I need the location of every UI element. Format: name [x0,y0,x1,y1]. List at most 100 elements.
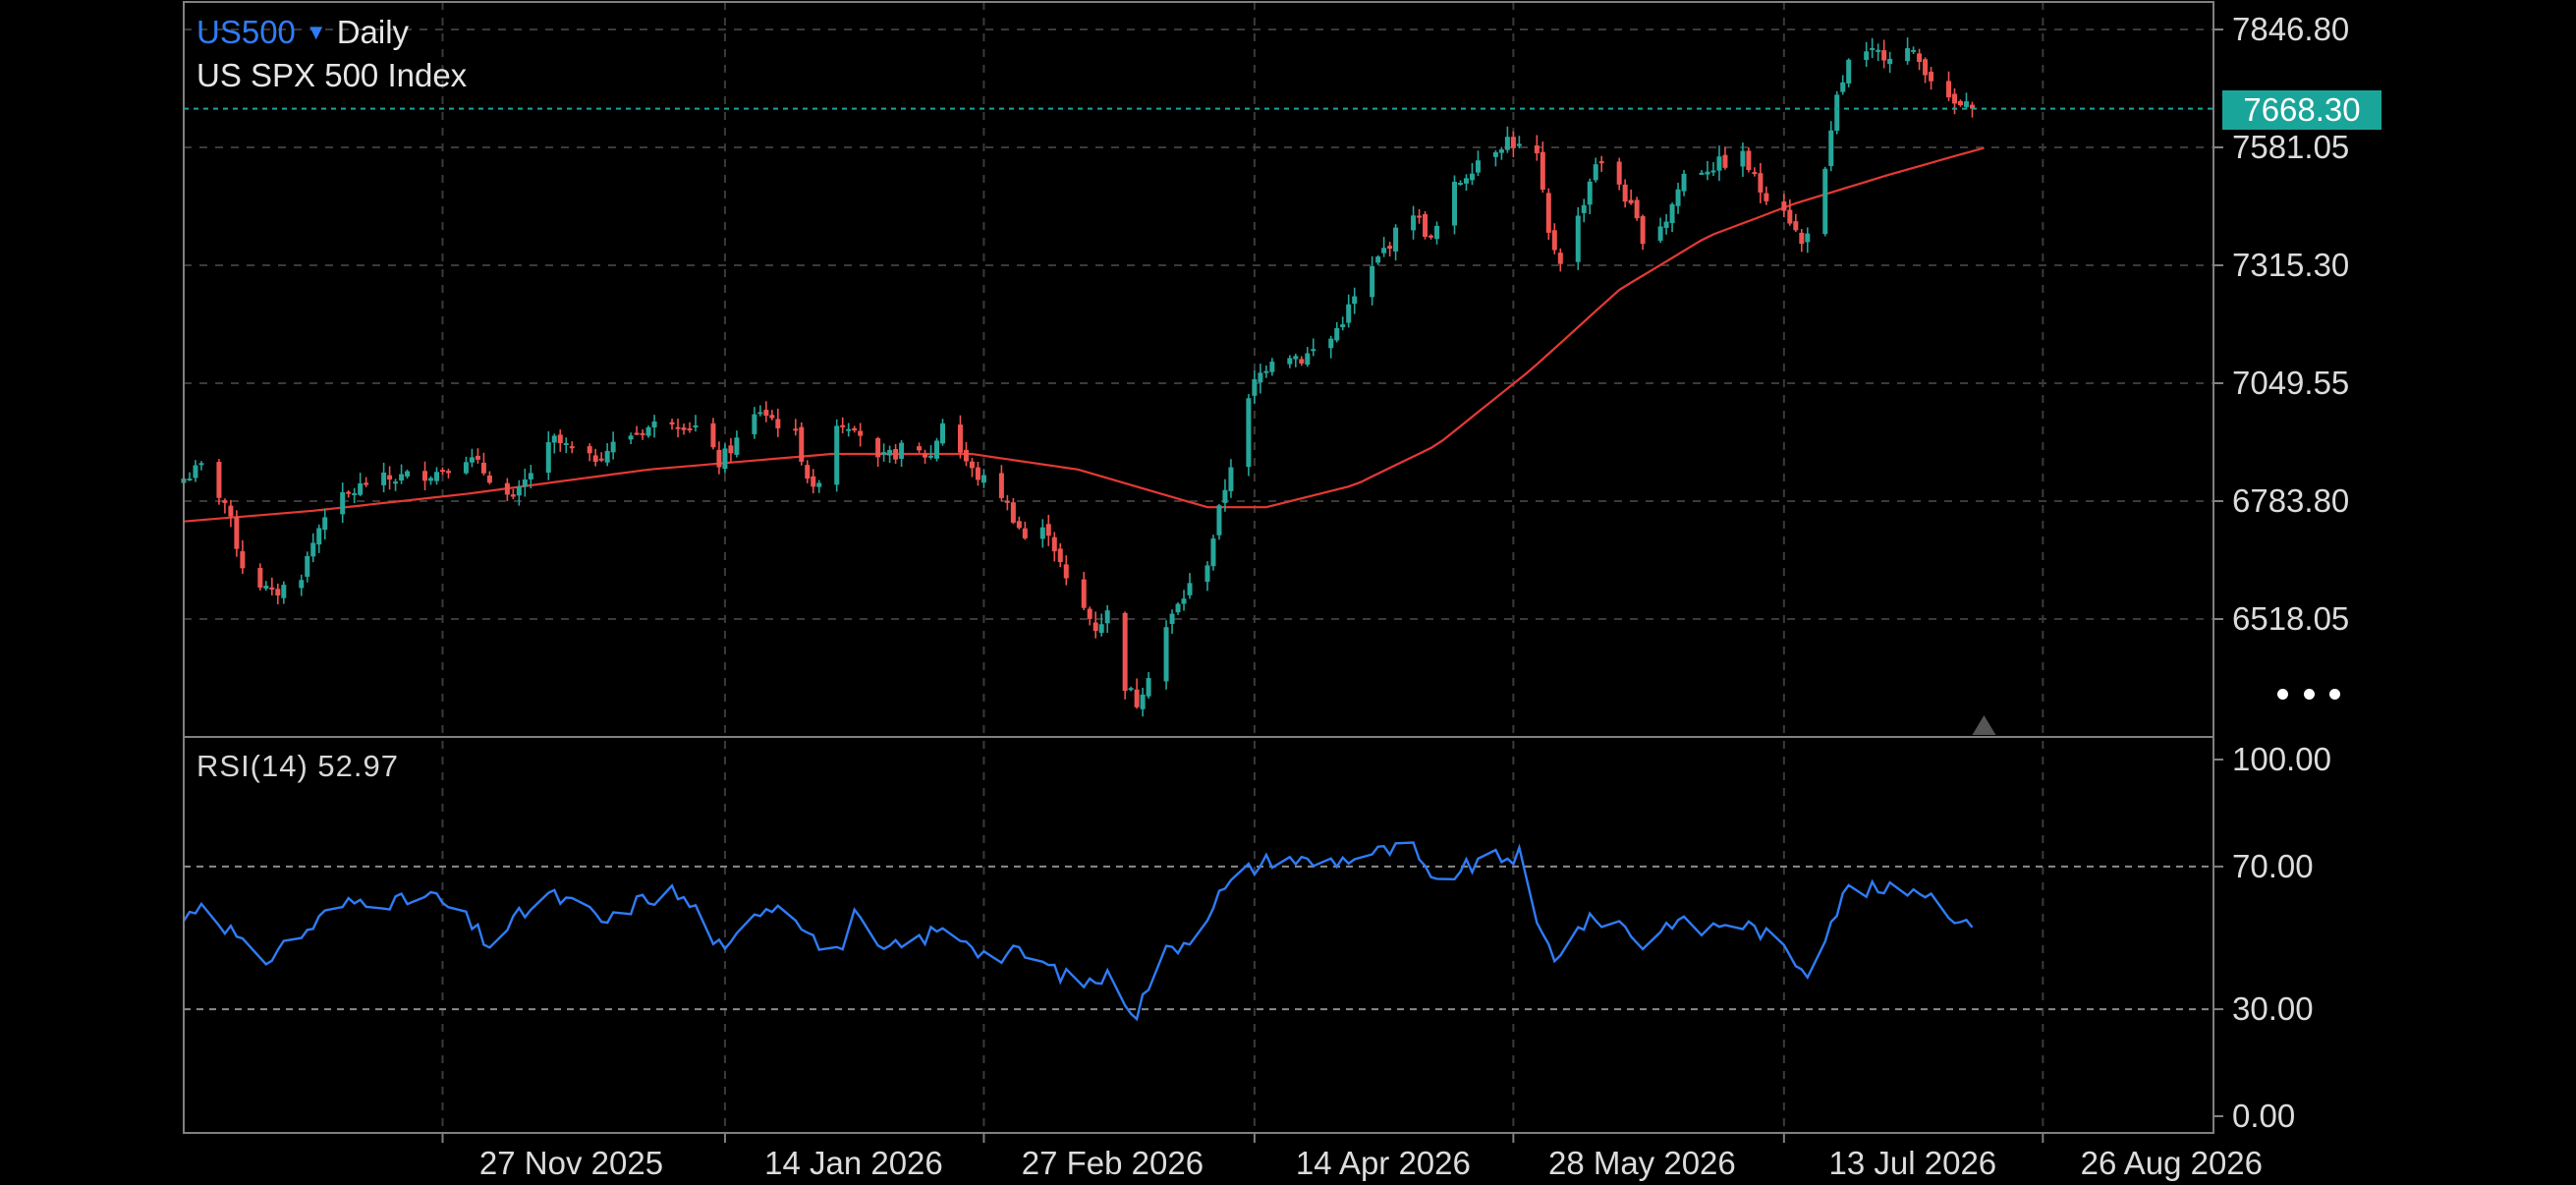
candle-body [1598,161,1604,164]
candle [1328,335,1334,359]
candle-body [1328,338,1334,349]
candle-body [1963,101,1969,107]
candle [257,563,263,591]
candle [1957,99,1963,107]
candle-body [299,580,305,589]
candle [393,479,399,491]
candle [234,510,240,557]
candle-body [1334,328,1340,341]
candle [1834,90,1840,135]
candle [1710,161,1716,177]
candle-body [257,567,263,589]
candle [728,437,734,463]
candle [675,419,681,438]
timeframe-label[interactable]: Daily [337,14,409,51]
candle-body [881,452,887,455]
candle-body [1640,216,1646,245]
candle-body [1428,235,1434,238]
candle-body [1463,178,1469,184]
candle [1492,149,1498,167]
candle-body [1834,94,1840,132]
candle [1876,43,1881,62]
candle-body [234,517,240,549]
candle-body [522,479,528,487]
candle-body [1287,358,1293,365]
rsi-line [182,841,1974,1022]
candle-body [963,449,969,462]
candle [1204,561,1210,592]
candle-body [439,470,445,473]
candle [757,405,763,417]
caret-down-icon[interactable]: ▼ [306,20,327,45]
candle [310,533,316,563]
candle [1799,228,1805,253]
candle-body [1628,199,1634,203]
candle [1758,162,1764,203]
candle-body [811,476,816,487]
candle-body [1705,171,1710,175]
candle [1081,572,1087,610]
candle [299,574,305,596]
candle-body [545,442,551,474]
candle-body [1545,193,1551,233]
x-tick-label: 28 May 2026 [1548,1145,1736,1181]
x-tick-label: 14 Apr 2026 [1296,1145,1471,1181]
symbol-row[interactable]: US500 ▼ Daily [196,14,409,51]
candle [651,415,657,438]
candle [1146,671,1151,699]
candle-body [405,471,411,477]
candle-body [1510,137,1516,148]
candle [752,407,757,439]
candle-body [834,425,840,485]
candle-body [569,446,575,449]
candle-body [1222,489,1228,503]
candle-body [1375,256,1381,263]
candle-body [528,473,533,480]
candle [763,401,769,423]
candle [1340,316,1346,331]
candle-body [1087,608,1092,619]
candle-body [604,450,610,463]
candle [405,469,411,480]
candle [734,430,740,458]
candle-body [1081,579,1087,608]
candle [1746,146,1752,173]
candle [1946,71,1952,101]
candle [193,460,198,482]
candle [1929,67,1934,90]
candle [799,422,805,466]
candle [669,419,675,430]
candle [980,469,986,488]
more-dots-icon[interactable] [2277,674,2340,713]
candle [1411,205,1417,240]
candle [1305,347,1311,367]
candle-body [393,481,399,484]
candle-body [1146,678,1151,697]
candle [1952,87,1958,115]
candle-body [551,435,557,443]
candle-body [222,500,228,503]
candle-body [775,419,781,428]
candle-body [1758,173,1764,193]
candle-body [710,423,716,448]
candle [645,425,651,438]
candle-body [1187,583,1193,595]
candle [610,431,616,460]
candle-body [675,426,681,429]
candle-body [757,412,763,415]
symbol-label[interactable]: US500 [196,14,296,51]
candle [399,464,405,484]
candle [1840,75,1846,95]
last-price-badge: 7668.30 [2222,90,2381,130]
candle-body [1381,248,1387,254]
candle [1805,227,1811,254]
candle [1540,141,1545,194]
moving-average-line [183,146,1985,523]
candle [1864,41,1870,68]
candle-body [1616,161,1622,185]
candle [1010,498,1016,525]
candle [1352,287,1358,314]
candle-body [1122,612,1128,692]
candle-body [975,467,980,480]
candle [1187,573,1193,599]
